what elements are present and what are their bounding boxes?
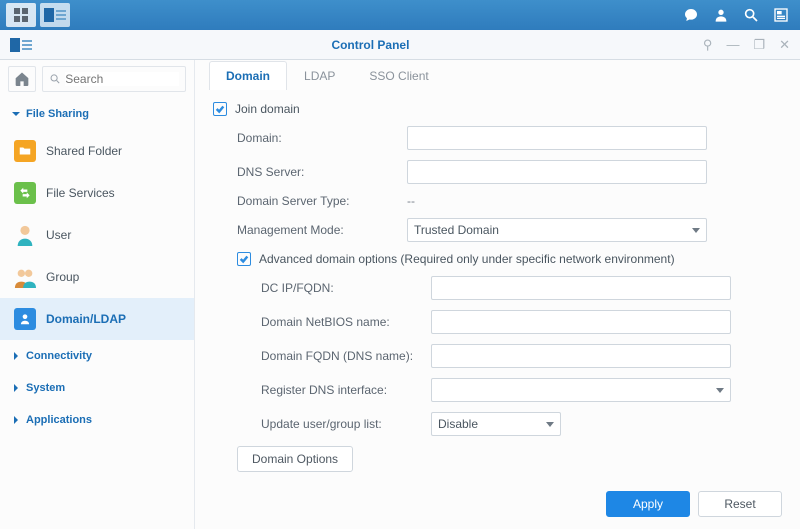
tab-ldap[interactable]: LDAP xyxy=(287,61,352,90)
content-area: Domain LDAP SSO Client Join domain Domai… xyxy=(195,60,800,529)
panel-domain: Join domain Domain: DNS Server: Domain S… xyxy=(195,90,800,529)
select-mgmt-mode[interactable]: Trusted Domain xyxy=(407,218,707,242)
select-register-dns[interactable] xyxy=(431,378,731,402)
sidebar-item-group[interactable]: Group xyxy=(0,256,194,298)
chevron-down-icon xyxy=(692,228,700,233)
label-mgmt-mode: Management Mode: xyxy=(237,223,407,237)
user-icon xyxy=(14,224,36,246)
check-icon xyxy=(239,254,249,264)
taskbar-widgets-icon[interactable] xyxy=(768,3,794,27)
window-titlebar: Control Panel ⚲ — ❐ ✕ xyxy=(0,30,800,60)
group-system[interactable]: System xyxy=(0,372,194,404)
chevron-down-icon xyxy=(546,422,554,427)
value-server-type: -- xyxy=(407,194,707,208)
sidebar-item-label: Domain/LDAP xyxy=(46,312,126,326)
group-applications[interactable]: Applications xyxy=(0,404,194,436)
reset-button[interactable]: Reset xyxy=(698,491,782,517)
input-dns[interactable] xyxy=(407,160,707,184)
control-panel-icon xyxy=(10,38,32,52)
search-icon xyxy=(49,72,61,86)
tab-domain[interactable]: Domain xyxy=(209,61,287,90)
sidebar-item-shared-folder[interactable]: Shared Folder xyxy=(0,130,194,172)
arrows-icon xyxy=(14,182,36,204)
sidebar-item-label: Shared Folder xyxy=(46,144,122,158)
sidebar-item-file-services[interactable]: File Services xyxy=(0,172,194,214)
input-dc[interactable] xyxy=(431,276,731,300)
sidebar-item-label: File Services xyxy=(46,186,115,200)
domain-icon xyxy=(14,308,36,330)
search-field[interactable] xyxy=(65,72,179,86)
tabs: Domain LDAP SSO Client xyxy=(195,60,800,90)
control-panel-icon xyxy=(44,8,66,22)
sidebar: File Sharing Shared Folder File Services… xyxy=(0,60,195,529)
label-dns: DNS Server: xyxy=(237,165,407,179)
label-server-type: Domain Server Type: xyxy=(237,194,407,208)
tab-sso[interactable]: SSO Client xyxy=(352,61,445,90)
select-update-list[interactable]: Disable xyxy=(431,412,561,436)
taskbar-apps-button[interactable] xyxy=(6,3,36,27)
input-domain[interactable] xyxy=(407,126,707,150)
checkbox-join-domain[interactable] xyxy=(213,102,227,116)
home-button[interactable] xyxy=(8,66,36,92)
checkbox-advanced[interactable] xyxy=(237,252,251,266)
group-connectivity[interactable]: Connectivity xyxy=(0,340,194,372)
apply-button[interactable]: Apply xyxy=(606,491,690,517)
label-domain: Domain: xyxy=(237,131,407,145)
label-netbios: Domain NetBIOS name: xyxy=(261,315,431,329)
taskbar-search-icon[interactable] xyxy=(738,3,764,27)
label-update-list: Update user/group list: xyxy=(261,417,431,431)
sidebar-item-label: Group xyxy=(46,270,79,284)
search-input[interactable] xyxy=(42,66,186,92)
domain-options-button[interactable]: Domain Options xyxy=(237,446,353,472)
folder-icon xyxy=(14,140,36,162)
label-register-dns: Register DNS interface: xyxy=(261,383,431,397)
close-icon[interactable]: ✕ xyxy=(779,37,790,53)
maximize-icon[interactable]: ❐ xyxy=(753,37,765,53)
minimize-icon[interactable]: — xyxy=(726,37,739,53)
sidebar-item-domain-ldap[interactable]: Domain/LDAP xyxy=(0,298,194,340)
label-dc: DC IP/FQDN: xyxy=(261,281,431,295)
taskbar-chat-icon[interactable] xyxy=(678,3,704,27)
label-advanced: Advanced domain options (Required only u… xyxy=(259,252,675,266)
input-netbios[interactable] xyxy=(431,310,731,334)
sidebar-item-user[interactable]: User xyxy=(0,214,194,256)
input-fqdn[interactable] xyxy=(431,344,731,368)
window-title: Control Panel xyxy=(38,38,703,52)
sidebar-item-label: User xyxy=(46,228,71,242)
pin-icon[interactable]: ⚲ xyxy=(703,37,713,53)
taskbar-user-icon[interactable] xyxy=(708,3,734,27)
system-taskbar xyxy=(0,0,800,30)
group-icon xyxy=(14,266,36,288)
taskbar-control-panel[interactable] xyxy=(40,3,70,27)
chevron-down-icon xyxy=(716,388,724,393)
label-fqdn: Domain FQDN (DNS name): xyxy=(261,349,431,363)
label-join-domain: Join domain xyxy=(235,102,300,116)
check-icon xyxy=(215,104,225,114)
group-file-sharing[interactable]: File Sharing xyxy=(0,98,194,130)
